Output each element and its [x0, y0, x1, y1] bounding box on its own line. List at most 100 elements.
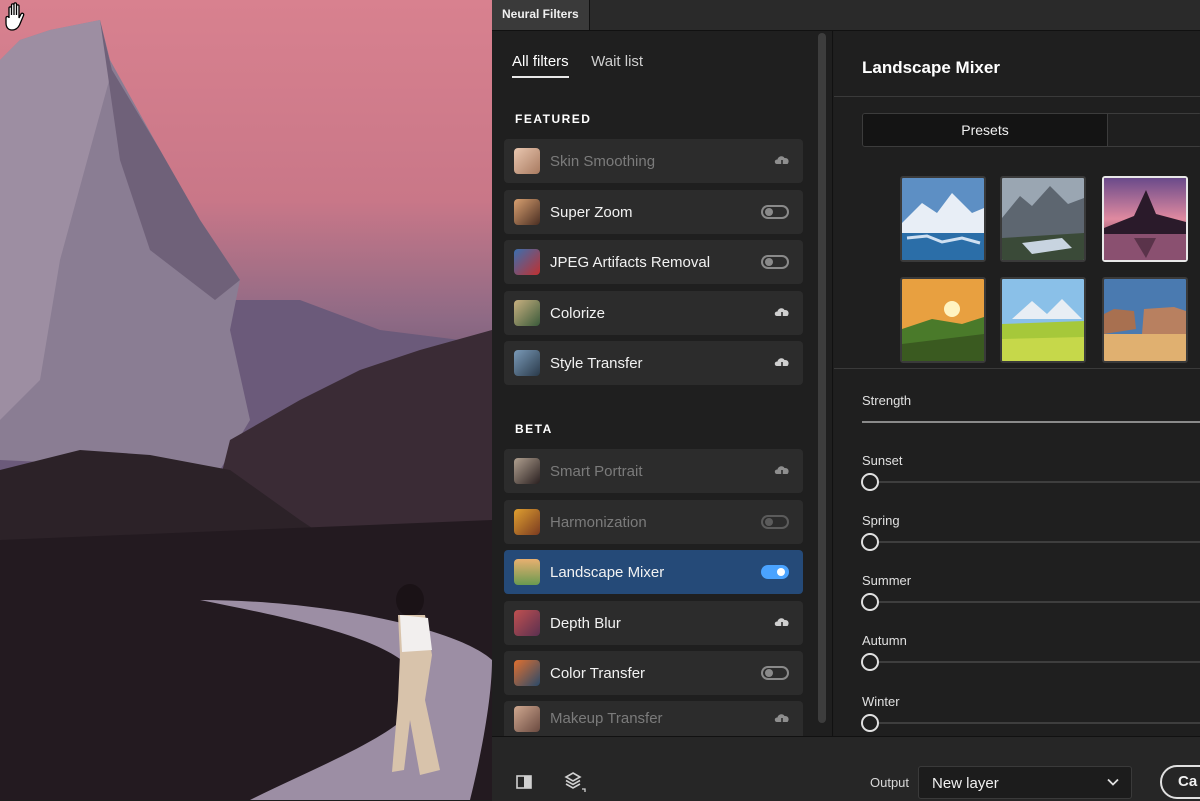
- filter-item-depth-blur[interactable]: Depth Blur: [504, 601, 803, 645]
- divider: [834, 368, 1200, 369]
- output-label: Output: [870, 775, 910, 790]
- harmonization-thumb-icon: [514, 509, 540, 535]
- cloud-download-icon[interactable]: [773, 355, 791, 371]
- preset-thumbnail[interactable]: [900, 176, 986, 262]
- panel-tab-neural-filters[interactable]: Neural Filters: [492, 0, 590, 30]
- skin-smoothing-thumb-icon: [514, 148, 540, 174]
- filter-list-scrollbar[interactable]: [818, 33, 826, 723]
- filter-item-makeup-transfer[interactable]: Makeup Transfer: [504, 701, 803, 736]
- cancel-button[interactable]: Ca: [1160, 765, 1200, 799]
- bottom-bar: Output New layer Ca: [492, 736, 1200, 801]
- filter-item-landscape-mixer[interactable]: Landscape Mixer: [504, 550, 803, 594]
- jpeg-artifacts-toggle[interactable]: [761, 255, 789, 269]
- output-select[interactable]: New layer: [918, 766, 1132, 799]
- sunset-slider-track[interactable]: [862, 481, 1200, 483]
- cloud-download-icon[interactable]: [773, 615, 791, 631]
- autumn-slider-track[interactable]: [862, 661, 1200, 663]
- color-transfer-thumb-icon: [514, 660, 540, 686]
- divider: [834, 96, 1200, 97]
- spring-slider-track[interactable]: [862, 541, 1200, 543]
- summer-slider-track[interactable]: [862, 601, 1200, 603]
- filter-detail-panel: Landscape Mixer Presets Strength Sunset …: [834, 31, 1200, 736]
- filter-name: Colorize: [550, 304, 606, 322]
- canvas-preview[interactable]: [0, 0, 492, 800]
- jpeg-artifacts-thumb-icon: [514, 249, 540, 275]
- winter-slider-track[interactable]: [862, 722, 1200, 724]
- autumn-slider-knob[interactable]: [861, 653, 879, 671]
- filter-item-super-zoom[interactable]: Super Zoom: [504, 190, 803, 234]
- filter-item-skin-smoothing[interactable]: Skin Smoothing: [504, 139, 803, 183]
- filter-name: Color Transfer: [550, 664, 646, 682]
- slider-label-sunset: Sunset: [862, 453, 903, 468]
- layers-icon[interactable]: [564, 771, 586, 793]
- filter-name: Makeup Transfer: [550, 710, 663, 727]
- landscape-mixer-thumb-icon: [514, 559, 540, 585]
- strength-slider-track[interactable]: [862, 421, 1200, 423]
- slider-label-winter: Winter: [862, 694, 900, 709]
- output-select-value: New layer: [932, 775, 999, 792]
- preset-alpine-valley-image: [1002, 178, 1084, 260]
- filter-item-smart-portrait[interactable]: Smart Portrait: [504, 449, 803, 493]
- filter-name: Landscape Mixer: [550, 563, 665, 581]
- tab-all-filters[interactable]: All filters: [512, 53, 569, 78]
- slider-label-strength: Strength: [862, 393, 912, 408]
- preset-thumbnail-selected[interactable]: [1102, 176, 1188, 262]
- filter-name: JPEG Artifacts Removal: [550, 253, 711, 271]
- cloud-download-icon[interactable]: [773, 711, 791, 727]
- smart-portrait-thumb-icon: [514, 458, 540, 484]
- style-transfer-thumb-icon: [514, 350, 540, 376]
- tab-wait-list[interactable]: Wait list: [591, 53, 643, 76]
- filter-item-color-transfer[interactable]: Color Transfer: [504, 651, 803, 695]
- preset-thumbnail[interactable]: [1000, 176, 1086, 262]
- super-zoom-thumb-icon: [514, 199, 540, 225]
- filter-item-harmonization[interactable]: Harmonization: [504, 500, 803, 544]
- hand-cursor-icon: [5, 2, 25, 31]
- chevron-down-icon: [1107, 778, 1119, 786]
- landscape-mixer-toggle[interactable]: [761, 565, 789, 579]
- slider-label-summer: Summer: [862, 573, 912, 588]
- colorize-thumb-icon: [514, 300, 540, 326]
- preset-thumbnail[interactable]: [1102, 277, 1188, 363]
- super-zoom-toggle[interactable]: [761, 205, 789, 219]
- segment-presets[interactable]: Presets: [863, 114, 1108, 146]
- panel-tab-strip: Neural Filters: [492, 0, 1200, 31]
- slider-label-autumn: Autumn: [862, 633, 907, 648]
- cloud-download-icon[interactable]: [773, 463, 791, 479]
- filter-name: Style Transfer: [550, 354, 643, 372]
- preset-sunset-peak-image: [1104, 178, 1186, 260]
- winter-slider-knob[interactable]: [861, 714, 879, 732]
- filter-name: Depth Blur: [550, 614, 621, 632]
- filter-item-colorize[interactable]: Colorize: [504, 291, 803, 335]
- split-view-icon[interactable]: [515, 773, 533, 791]
- harmonization-toggle[interactable]: [761, 515, 789, 529]
- filter-name: Smart Portrait: [550, 462, 643, 480]
- preset-desert-mesa-image: [1104, 279, 1186, 361]
- section-beta: BETA: [515, 422, 553, 436]
- detail-title: Landscape Mixer: [862, 58, 1000, 77]
- makeup-transfer-thumb-icon: [514, 705, 540, 732]
- preset-snowy-lake-image: [902, 178, 984, 260]
- cloud-download-icon[interactable]: [773, 305, 791, 321]
- filter-item-jpeg-artifacts-removal[interactable]: JPEG Artifacts Removal: [504, 240, 803, 284]
- summer-slider-knob[interactable]: [861, 593, 879, 611]
- slider-label-spring: Spring: [862, 513, 900, 528]
- spring-slider-knob[interactable]: [861, 533, 879, 551]
- preset-thumbnail[interactable]: [900, 277, 986, 363]
- filter-list-panel: All filters Wait list FEATURED Skin Smoo…: [492, 31, 833, 736]
- depth-blur-thumb-icon: [514, 610, 540, 636]
- preset-spring-meadow-image: [1002, 279, 1084, 361]
- color-transfer-toggle[interactable]: [761, 666, 789, 680]
- segment-custom[interactable]: [1108, 114, 1200, 146]
- filter-name: Skin Smoothing: [550, 152, 656, 170]
- preset-golden-hills-image: [902, 279, 984, 361]
- filter-name: Harmonization: [550, 513, 647, 531]
- preset-thumbnail[interactable]: [1000, 277, 1086, 363]
- cloud-download-icon[interactable]: [773, 153, 791, 169]
- filter-name: Super Zoom: [550, 203, 633, 221]
- filter-tabs: All filters Wait list: [512, 53, 661, 78]
- presets-segmented-control: Presets: [862, 113, 1200, 147]
- filter-item-style-transfer[interactable]: Style Transfer: [504, 341, 803, 385]
- section-featured: FEATURED: [515, 112, 592, 126]
- sunset-slider-knob[interactable]: [861, 473, 879, 491]
- landscape-image: [0, 20, 492, 800]
